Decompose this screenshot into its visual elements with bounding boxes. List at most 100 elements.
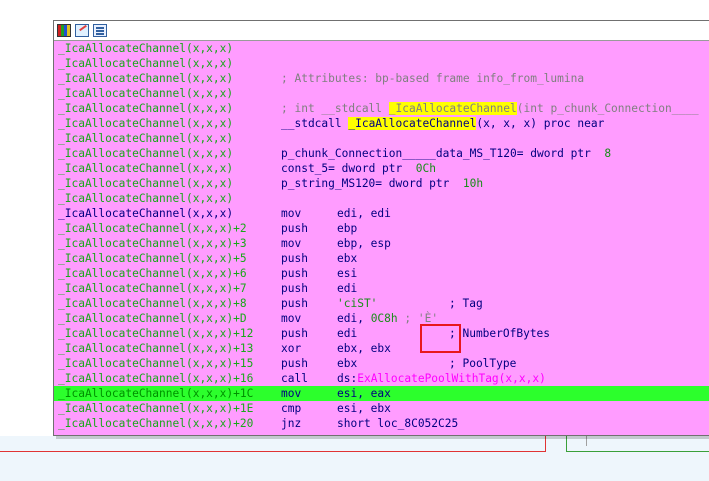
var-type: = dword ptr [375,177,463,190]
attributes-comment: ; Attributes: bp-based frame info_from_l… [281,72,585,85]
var-name: const_5 [281,162,329,175]
mnemonic: mov [281,312,302,325]
address-label: _IcaAllocateChannel(x,x,x) [58,42,234,55]
listing-row[interactable]: _IcaAllocateChannel(x,x,x) __stdcall _Ic… [54,116,709,131]
operands: ebx [337,357,358,370]
instruction-row[interactable]: _IcaAllocateChannel(x,x,x) mov edi, edi [54,206,709,221]
listing-row[interactable]: _IcaAllocateChannel(x,x,x) [54,56,709,71]
operand-register: edi, [337,312,371,325]
mnemonic: xor [281,342,302,355]
operands: esi, eax [337,387,391,400]
mnemonic: push [281,267,308,280]
instruction-row[interactable]: _IcaAllocateChannel(x,x,x)+15 push ebx ;… [54,356,709,371]
instruction-row[interactable]: _IcaAllocateChannel(x,x,x)+16 call ds:Ex… [54,371,709,386]
var-type: = dword ptr [328,162,416,175]
edge-true-branch-horizontal [566,451,709,452]
instruction-address: _IcaAllocateChannel(x,x,x)+1E [58,402,254,415]
var-name: p_chunk_Connection_____data_MS_T120 [281,147,517,160]
instruction-row[interactable]: _IcaAllocateChannel(x,x,x)+3 mov ebp, es… [54,236,709,251]
proc-function-name[interactable]: _IcaAllocateChannel [348,117,477,130]
listing-row[interactable]: _IcaAllocateChannel(x,x,x) p_string_MS12… [54,176,709,191]
stack-var-3[interactable]: p_string_MS120= dword ptr 10h [281,176,483,191]
instruction-address: _IcaAllocateChannel(x,x,x)+1C [58,387,254,400]
instruction-row[interactable]: _IcaAllocateChannel(x,x,x)+12 push edi ;… [54,326,709,341]
stack-var-1[interactable]: p_chunk_Connection_____data_MS_T120= dwo… [281,146,611,161]
mnemonic: push [281,297,308,310]
edit-pen-icon[interactable] [75,24,89,37]
prototype-function-name[interactable]: _IcaAllocateChannel [388,102,517,115]
operands: ebp, esp [337,237,391,250]
instruction-row[interactable]: _IcaAllocateChannel(x,x,x)+1E cmp esi, e… [54,401,709,416]
instruction-row[interactable]: _IcaAllocateChannel(x,x,x)+2 push ebp [54,221,709,236]
color-palette-icon[interactable] [57,24,71,37]
instruction-row[interactable]: _IcaAllocateChannel(x,x,x)+8 push 'ciST'… [54,296,709,311]
mnemonic: mov [281,387,302,400]
node-header[interactable] [54,21,709,41]
immediate-value[interactable]: 0C8h [371,312,398,325]
address-label: _IcaAllocateChannel(x,x,x) [58,102,234,115]
address-label: _IcaAllocateChannel(x,x,x) [58,147,234,160]
text-lines-icon[interactable] [93,24,107,37]
instruction-row[interactable]: _IcaAllocateChannel(x,x,x)+5 push ebx [54,251,709,266]
mnemonic: cmp [281,402,302,415]
mnemonic: push [281,327,308,340]
instruction-row[interactable]: _IcaAllocateChannel(x,x,x)+D mov edi, 0C… [54,311,709,326]
prototype-comment: ; int __stdcall _IcaAllocateChannel(int … [281,101,699,116]
graph-background-lower [0,436,709,481]
instruction-address: _IcaAllocateChannel(x,x,x)+16 [58,372,254,385]
mnemonic: mov [281,237,302,250]
operands: edi [337,282,358,295]
listing-row[interactable]: _IcaAllocateChannel(x,x,x) [54,86,709,101]
instruction-address: _IcaAllocateChannel(x,x,x)+8 [58,297,247,310]
address-label: _IcaAllocateChannel(x,x,x) [58,87,234,100]
mnemonic: push [281,252,308,265]
listing-row[interactable]: _IcaAllocateChannel(x,x,x) [54,131,709,146]
instruction-address: _IcaAllocateChannel(x,x,x)+3 [58,237,247,250]
comment: ; PoolType [449,357,517,370]
disassembly-lines: _IcaAllocateChannel(x,x,x) _IcaAllocateC… [54,41,709,431]
instruction-address: _IcaAllocateChannel(x,x,x)+7 [58,282,247,295]
edge-false-branch-vertical [545,436,546,452]
operands: ds:ExAllocatePoolWithTag(x,x,x) [337,371,546,386]
listing-row[interactable]: _IcaAllocateChannel(x,x,x) ; Attributes:… [54,71,709,86]
address-label: _IcaAllocateChannel(x,x,x) [58,72,234,85]
stdcall-keyword: __stdcall [281,117,349,130]
instruction-row[interactable]: _IcaAllocateChannel(x,x,x)+6 push esi [54,266,709,281]
stack-var-2[interactable]: const_5= dword ptr 0Ch [281,161,436,176]
comment: ; Tag [449,297,483,310]
proc-suffix: (x, x, x) proc near [476,117,605,130]
instruction-row[interactable]: _IcaAllocateChannel(x,x,x)+7 push edi [54,281,709,296]
operands: ebp [337,222,358,235]
var-type: = dword ptr [516,147,605,160]
instruction-address: _IcaAllocateChannel(x,x,x)+12 [58,327,254,340]
instruction-row[interactable]: _IcaAllocateChannel(x,x,x)+20 jnz short … [54,416,709,431]
listing-row[interactable]: _IcaAllocateChannel(x,x,x) ; int __stdca… [54,101,709,116]
mnemonic: mov [281,207,302,220]
listing-row[interactable]: _IcaAllocateChannel(x,x,x) [54,191,709,206]
address-label: _IcaAllocateChannel(x,x,x) [58,132,234,145]
operands: 'ciST' [337,297,378,310]
operands: esi, ebx [337,402,391,415]
code-block-node[interactable]: _IcaAllocateChannel(x,x,x) _IcaAllocateC… [53,20,709,436]
instruction-row[interactable]: _IcaAllocateChannel(x,x,x)+13 xor ebx, e… [54,341,709,356]
listing-row[interactable]: _IcaAllocateChannel(x,x,x) [54,41,709,56]
called-function[interactable]: ExAllocatePoolWithTag(x,x,x) [357,372,546,385]
instruction-address: _IcaAllocateChannel(x,x,x) [58,207,234,220]
operands: esi [337,267,358,280]
instruction-address: _IcaAllocateChannel(x,x,x)+2 [58,222,247,235]
listing-row[interactable]: _IcaAllocateChannel(x,x,x) const_5= dwor… [54,161,709,176]
mnemonic: jnz [281,417,302,430]
listing-row[interactable]: _IcaAllocateChannel(x,x,x) p_chunk_Conne… [54,146,709,161]
var-name: p_string_MS120 [281,177,376,190]
operands: ebx [337,252,358,265]
edge-true-branch-vertical [566,436,567,452]
address-label: _IcaAllocateChannel(x,x,x) [58,192,234,205]
proc-declaration: __stdcall _IcaAllocateChannel(x, x, x) p… [281,116,604,131]
operands: ebx, ebx [337,342,391,355]
operands[interactable]: short loc_8C052C25 [337,416,458,431]
instruction-row-highlighted[interactable]: _IcaAllocateChannel(x,x,x)+1C mov esi, e… [54,386,709,401]
prototype-prefix: ; int __stdcall [281,102,389,115]
edge-gray-connector [586,436,587,446]
instruction-address: _IcaAllocateChannel(x,x,x)+6 [58,267,247,280]
var-offset: 8 [604,147,612,160]
